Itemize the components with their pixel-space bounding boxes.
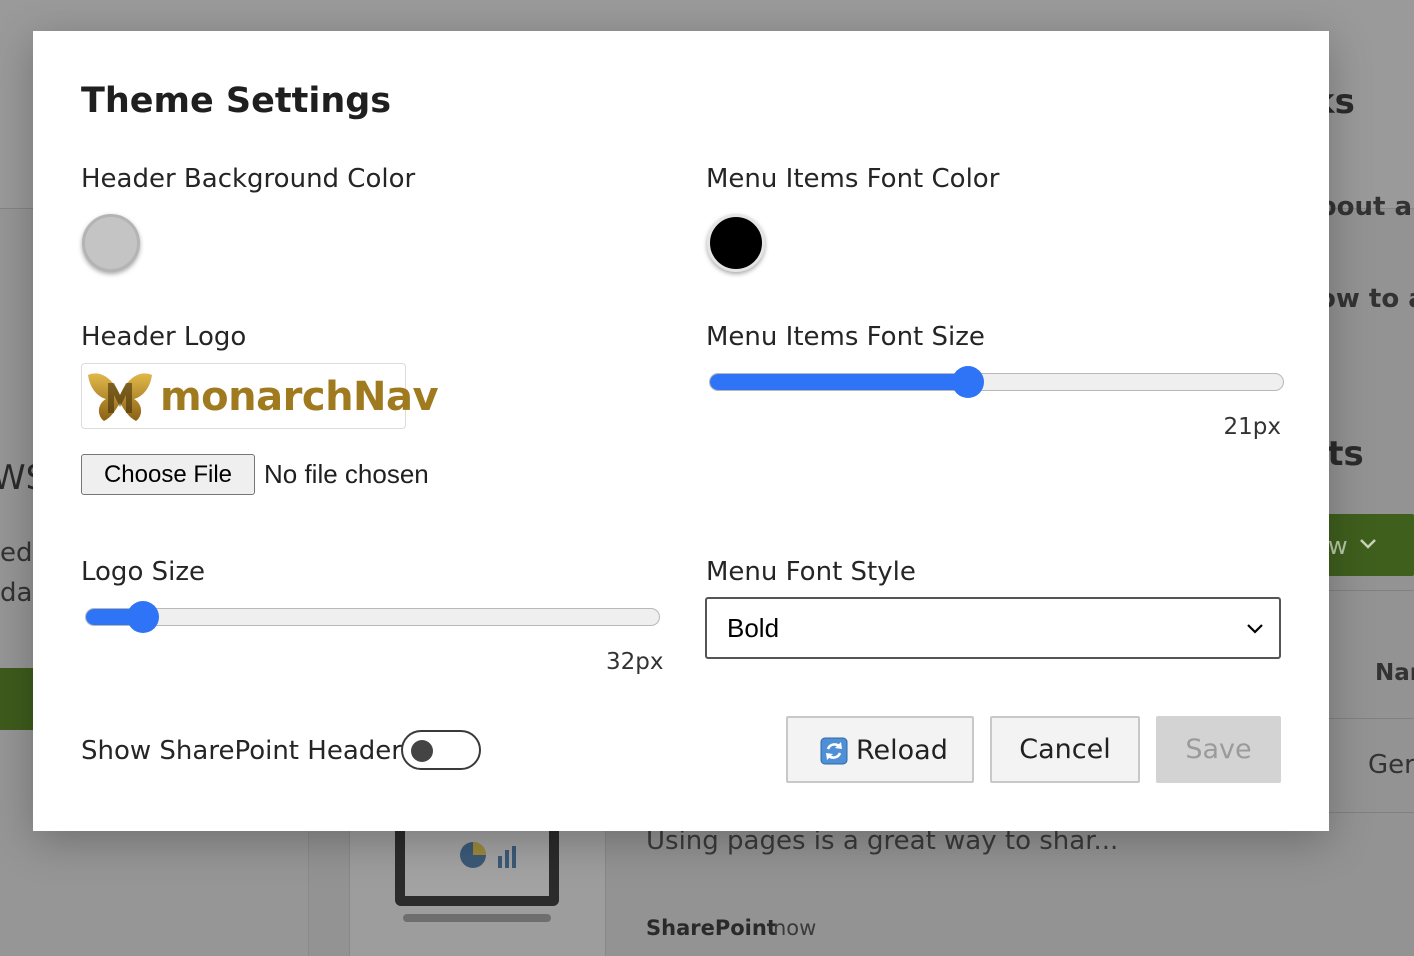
menu-font-size-label: Menu Items Font Size <box>706 322 985 352</box>
header-logo-preview: monarchNav <box>81 363 439 429</box>
save-button[interactable]: Save <box>1156 716 1281 783</box>
file-status-text: No file chosen <box>264 459 429 489</box>
chevron-down-icon <box>1247 624 1263 634</box>
laptop-base <box>403 914 551 922</box>
slider-thumb[interactable] <box>951 366 984 398</box>
toggle-knob <box>411 740 433 762</box>
logo-size-slider[interactable] <box>85 601 660 633</box>
header-bg-color-label: Header Background Color <box>81 164 416 194</box>
background-left-text-2: da <box>0 578 33 608</box>
menu-font-style-select[interactable]: Bold <box>705 597 1281 659</box>
logo-wordmark: monarchNav <box>160 374 439 420</box>
menu-font-size-slider[interactable] <box>709 366 1284 398</box>
background-new-button-label: w <box>1328 532 1348 560</box>
background-column-header: Nar <box>1375 660 1414 686</box>
show-sharepoint-header-label: Show SharePoint Header <box>81 736 402 766</box>
background-news-source: SharePoint <box>646 916 777 940</box>
menu-font-size-value: 21px <box>1223 414 1281 440</box>
background-row-cell: Ger <box>1368 750 1414 780</box>
slider-thumb[interactable] <box>127 601 160 633</box>
chart-illustration-icon <box>460 842 516 868</box>
menu-font-color-label: Menu Items Font Color <box>706 164 1000 194</box>
dialog-title: Theme Settings <box>81 81 392 121</box>
logo-size-label: Logo Size <box>81 557 205 587</box>
reload-button-label: Reload <box>856 735 948 766</box>
show-sharepoint-header-toggle[interactable] <box>401 730 481 770</box>
background-left-text-1: ed <box>0 538 33 568</box>
background-link-about: bout a <box>1318 192 1413 222</box>
cancel-button[interactable]: Cancel <box>990 716 1140 783</box>
theme-settings-dialog: Theme Settings Header Background Color M… <box>33 31 1329 831</box>
header-logo-label: Header Logo <box>81 322 247 352</box>
menu-font-style-value: Bold <box>727 613 780 643</box>
background-link-how: ow to a <box>1318 284 1414 314</box>
menu-font-style-label: Menu Font Style <box>706 557 916 587</box>
chevron-down-icon <box>1360 539 1376 549</box>
menu-font-color-picker[interactable] <box>707 214 765 272</box>
butterfly-logo-icon <box>88 373 152 421</box>
refresh-icon <box>820 737 848 764</box>
background-news-time: now <box>773 916 817 940</box>
logo-size-value: 32px <box>606 649 664 675</box>
choose-file-button[interactable]: Choose File <box>81 454 255 495</box>
slider-fill <box>710 374 968 390</box>
reload-button[interactable]: Reload <box>786 716 974 783</box>
header-bg-color-picker[interactable] <box>82 214 140 272</box>
